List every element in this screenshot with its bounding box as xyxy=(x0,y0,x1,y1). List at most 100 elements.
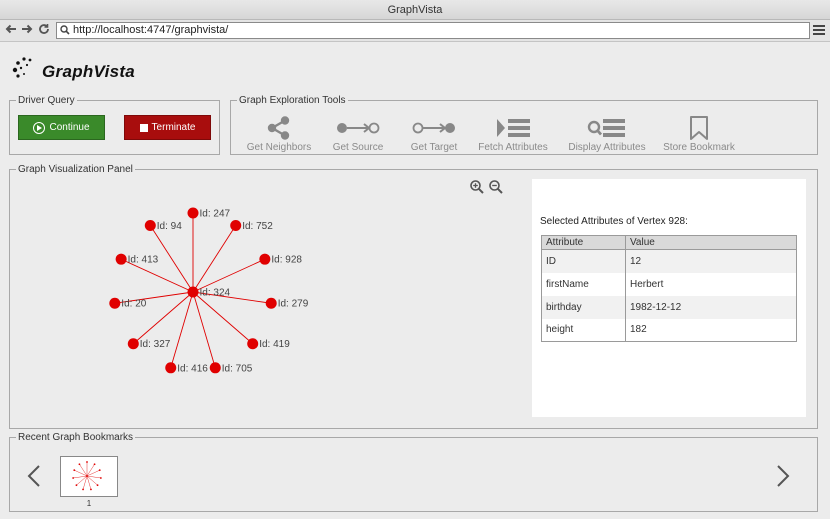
bookmarks-legend: Recent Graph Bookmarks xyxy=(18,432,134,443)
graph-node[interactable] xyxy=(144,220,156,232)
target-arrow-icon xyxy=(412,122,455,134)
graph-node xyxy=(93,463,96,466)
graph-node[interactable] xyxy=(247,338,259,350)
zoom-in-icon[interactable] xyxy=(470,180,484,194)
chevron-right-icon[interactable] xyxy=(776,464,790,488)
graph-node-label: Id: 705 xyxy=(222,363,253,374)
stop-icon xyxy=(139,123,148,132)
attributes-table: Attribute Value ID 12 firstName Herbert … xyxy=(541,235,797,342)
logo-text: GraphVista xyxy=(42,62,136,81)
driver-query-legend: Driver Query xyxy=(18,95,75,106)
continue-button[interactable]: Continue xyxy=(18,115,105,140)
graph-node[interactable] xyxy=(109,297,121,309)
graph-node-label: Id: 20 xyxy=(121,299,146,310)
graph-node-label: Id: 247 xyxy=(200,209,231,220)
graph-node-label: Id: 279 xyxy=(278,299,309,310)
graph-edge xyxy=(86,475,92,490)
chevron-left-icon[interactable] xyxy=(27,464,41,488)
url-text: http://localhost:4747/graphvista/ xyxy=(73,24,229,36)
attribute-cell: ID xyxy=(541,249,626,273)
graph-node xyxy=(78,463,81,466)
fetch-attributes-label: Fetch Attributes xyxy=(478,142,548,153)
column-header-attribute: Attribute xyxy=(541,235,626,250)
graph-node-label: Id: 416 xyxy=(177,363,208,374)
graph-edge xyxy=(192,291,253,345)
tools-legend: Graph Exploration Tools xyxy=(239,95,346,106)
get-target-button[interactable]: Get Target xyxy=(399,116,469,153)
graph-node xyxy=(73,469,76,472)
bookmark-thumbnail-graph xyxy=(72,461,102,491)
browser-toolbar: http://localhost:4747/graphvista/ xyxy=(0,20,830,42)
bookmark-icon xyxy=(690,116,708,140)
graph-node[interactable] xyxy=(187,207,199,219)
graph-node xyxy=(98,469,101,472)
graph-node-label: Id: 752 xyxy=(242,221,273,232)
attribute-cell: height xyxy=(541,318,626,342)
graph-node[interactable] xyxy=(165,362,177,374)
get-target-label: Get Target xyxy=(410,142,458,153)
graph-canvas[interactable]: Id: 324 Id: 247 Id: 752 Id: 928 Id: 279 Id: 4… xyxy=(90,195,330,385)
continue-label: Continue xyxy=(49,122,90,133)
window-title: GraphVista xyxy=(387,4,443,16)
visualization-legend: Graph Visualization Panel xyxy=(18,164,133,175)
table-row: ID 12 xyxy=(541,249,797,273)
table-row: birthday 1982-12-12 xyxy=(541,295,797,319)
graph-edge xyxy=(82,475,88,490)
graph-node xyxy=(82,488,84,491)
graph-node[interactable] xyxy=(230,220,242,232)
graph-node-center xyxy=(86,475,88,477)
reload-icon[interactable] xyxy=(37,23,51,37)
fetch-attributes-button[interactable]: Fetch Attributes xyxy=(475,116,551,153)
table-row: height 182 xyxy=(541,318,797,342)
graph-node[interactable] xyxy=(259,253,271,265)
display-attributes-label: Display Attributes xyxy=(568,142,646,153)
graph-node xyxy=(90,488,92,491)
recent-bookmarks-panel: Recent Graph Bookmarks xyxy=(9,432,818,512)
table-header-row: Attribute Value xyxy=(541,235,797,250)
column-header-value: Value xyxy=(625,235,797,250)
get-neighbors-label: Get Neighbors xyxy=(246,142,312,153)
graph-logo-icon xyxy=(12,57,32,78)
search-list-icon xyxy=(587,119,625,137)
zoom-out-icon[interactable] xyxy=(489,180,503,194)
graph-edge xyxy=(170,291,194,368)
get-source-button[interactable]: Get Source xyxy=(323,116,393,153)
graph-node xyxy=(99,477,102,479)
graph-node[interactable] xyxy=(209,362,221,374)
graph-node-center[interactable] xyxy=(187,286,199,298)
table-row: firstName Herbert xyxy=(541,272,797,296)
terminate-label: Terminate xyxy=(151,122,196,133)
graph-node[interactable] xyxy=(265,297,277,309)
value-cell: Herbert xyxy=(625,272,797,296)
graph-node[interactable] xyxy=(127,338,139,350)
graph-node xyxy=(86,461,88,463)
bookmark-thumbnail-label: 1 xyxy=(86,499,92,508)
source-arrow-icon xyxy=(337,122,380,134)
attribute-cell: birthday xyxy=(541,295,626,319)
graph-node-label: Id: 324 xyxy=(200,288,231,299)
attribute-cell: firstName xyxy=(541,272,626,296)
app-logo: GraphVista xyxy=(12,56,135,82)
graph-node xyxy=(96,484,99,487)
graph-node xyxy=(75,484,78,487)
attributes-title: Selected Attributes of Vertex 928: xyxy=(540,216,688,227)
graph-node-label: Id: 94 xyxy=(157,221,182,232)
fetch-list-icon xyxy=(497,119,530,137)
forward-arrow-icon[interactable] xyxy=(20,23,34,37)
value-cell: 1982-12-12 xyxy=(625,295,797,319)
value-cell: 12 xyxy=(625,249,797,273)
graph-exploration-tools-panel: Graph Exploration Tools Get Neighbors Ge… xyxy=(230,95,818,155)
terminate-button[interactable]: Terminate xyxy=(124,115,211,140)
graph-node[interactable] xyxy=(115,253,127,265)
driver-query-panel: Driver Query Continue Terminate xyxy=(9,95,220,155)
url-input[interactable]: http://localhost:4747/graphvista/ xyxy=(56,22,810,39)
store-bookmark-button[interactable]: Store Bookmark xyxy=(659,116,739,153)
display-attributes-button[interactable]: Display Attributes xyxy=(565,116,649,153)
bookmark-thumbnail[interactable] xyxy=(60,456,118,497)
graph-node xyxy=(72,477,75,479)
graph-node-label: Id: 413 xyxy=(128,255,159,266)
hamburger-menu-icon[interactable] xyxy=(813,25,825,37)
get-neighbors-button[interactable]: Get Neighbors xyxy=(241,116,317,153)
graph-node-label: Id: 327 xyxy=(140,339,171,350)
back-arrow-icon[interactable] xyxy=(4,23,18,37)
